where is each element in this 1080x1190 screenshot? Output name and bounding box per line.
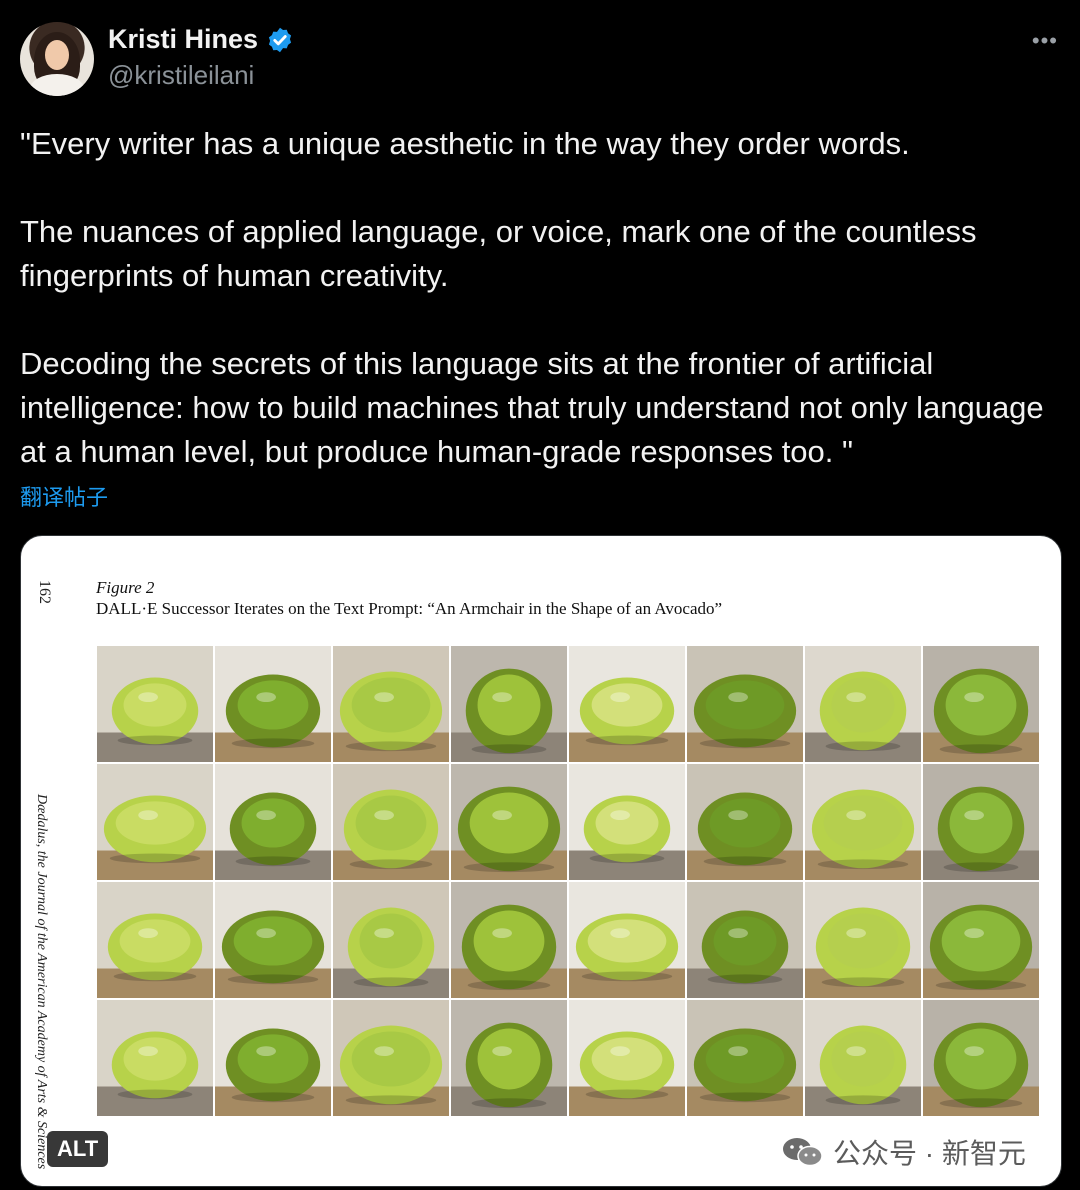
- avocado-chair-thumbnail: [96, 763, 214, 881]
- avocado-chair-thumbnail: [568, 645, 686, 763]
- avocado-chair-thumbnail: [214, 881, 332, 999]
- avocado-chair-illustration: [215, 1000, 331, 1116]
- journal-side-caption: Dædalus, the Journal of the American Aca…: [34, 794, 49, 1170]
- watermark-text: 公众号 · 新智元: [833, 1138, 1026, 1169]
- avocado-chair-thumbnail: [804, 999, 922, 1117]
- avatar[interactable]: [20, 22, 94, 96]
- tweet-paragraph: "Every writer has a unique aesthetic in …: [20, 126, 910, 161]
- avocado-chair-illustration: [451, 1000, 567, 1116]
- verified-badge-icon: [268, 27, 292, 52]
- avocado-chair-thumbnail: [568, 763, 686, 881]
- avocado-chair-illustration: [215, 646, 331, 762]
- avocado-chair-illustration: [687, 764, 803, 880]
- avocado-chair-thumbnail: [450, 763, 568, 881]
- tweet-media-image[interactable]: 162 Dædalus, the Journal of the American…: [20, 535, 1062, 1187]
- avocado-chair-thumbnail: [804, 645, 922, 763]
- avocado-chair-illustration: [923, 646, 1039, 762]
- avocado-chair-thumbnail: [568, 999, 686, 1117]
- avocado-chair-illustration: [215, 882, 331, 998]
- avocado-chair-illustration: [97, 882, 213, 998]
- alt-text-button[interactable]: ALT: [47, 1131, 109, 1167]
- translate-post-link[interactable]: 翻译帖子: [20, 480, 108, 512]
- avatar-face: [45, 40, 69, 70]
- avocado-chair-illustration: [687, 646, 803, 762]
- avocado-chair-illustration: [97, 1000, 213, 1116]
- page-number: 162: [36, 580, 53, 604]
- avocado-chair-thumbnail: [686, 999, 804, 1117]
- avocado-chair-illustration: [805, 764, 921, 880]
- author-handle[interactable]: @kristileilani: [108, 60, 254, 91]
- avocado-chair-illustration: [569, 764, 685, 880]
- avocado-chair-thumbnail: [568, 881, 686, 999]
- avocado-chair-thumbnail: [922, 881, 1040, 999]
- tweet-paragraph: Decoding the secrets of this language si…: [20, 346, 1044, 469]
- avocado-chair-thumbnail: [450, 645, 568, 763]
- avocado-chair-thumbnail: [96, 999, 214, 1117]
- avocado-chair-thumbnail: [922, 763, 1040, 881]
- avocado-chair-illustration: [805, 882, 921, 998]
- avocado-chair-thumbnail: [96, 645, 214, 763]
- avocado-chair-thumbnail: [804, 881, 922, 999]
- avocado-chair-thumbnail: [922, 999, 1040, 1117]
- avocado-chair-illustration: [333, 764, 449, 880]
- avocado-chair-illustration: [333, 1000, 449, 1116]
- avocado-chair-illustration: [97, 764, 213, 880]
- figure-title: DALL·E Successor Iterates on the Text Pr…: [96, 599, 723, 618]
- avocado-chair-thumbnail: [214, 645, 332, 763]
- avatar-body: [30, 74, 84, 96]
- more-options-icon[interactable]: •••: [1032, 28, 1058, 54]
- wechat-icon: [783, 1138, 823, 1167]
- avocado-chair-illustration: [333, 882, 449, 998]
- avocado-chair-thumbnail: [686, 881, 804, 999]
- tweet-paragraph: The nuances of applied language, or voic…: [20, 214, 977, 293]
- avocado-chair-illustration: [569, 882, 685, 998]
- avocado-chair-illustration: [569, 1000, 685, 1116]
- avocado-chair-illustration: [687, 882, 803, 998]
- avocado-chair-thumbnail: [450, 881, 568, 999]
- avocado-chair-thumbnail: [332, 645, 450, 763]
- avocado-chair-illustration: [805, 646, 921, 762]
- avocado-chair-thumbnail: [922, 645, 1040, 763]
- author-name[interactable]: Kristi Hines: [108, 24, 258, 55]
- author-row: Kristi Hines: [108, 24, 294, 55]
- avocado-chair-illustration: [805, 1000, 921, 1116]
- avocado-chair-illustration: [923, 1000, 1039, 1116]
- avocado-chair-thumbnail: [332, 763, 450, 881]
- avocado-chair-thumbnail: [686, 763, 804, 881]
- avocado-chair-illustration: [451, 764, 567, 880]
- avocado-chair-illustration: [569, 646, 685, 762]
- avocado-chair-thumbnail: [96, 881, 214, 999]
- watermark: 公众号 · 新智元: [781, 1132, 1026, 1172]
- avocado-chair-thumbnail: [686, 645, 804, 763]
- avocado-chair-illustration: [451, 646, 567, 762]
- avocado-chair-thumbnail: [332, 881, 450, 999]
- avocado-chair-thumbnail: [214, 763, 332, 881]
- avocado-chair-thumbnail: [214, 999, 332, 1117]
- avocado-chair-illustration: [97, 646, 213, 762]
- figure-label: Figure 2: [96, 578, 155, 597]
- tweet-text: "Every writer has a unique aesthetic in …: [20, 122, 1060, 474]
- avocado-chair-thumbnail: [804, 763, 922, 881]
- avocado-chair-illustration: [923, 882, 1039, 998]
- avocado-chair-grid: [96, 645, 1040, 1117]
- avocado-chair-thumbnail: [332, 999, 450, 1117]
- avocado-chair-illustration: [923, 764, 1039, 880]
- avocado-chair-illustration: [333, 646, 449, 762]
- avocado-chair-illustration: [687, 1000, 803, 1116]
- avocado-chair-thumbnail: [450, 999, 568, 1117]
- avocado-chair-illustration: [215, 764, 331, 880]
- avocado-chair-illustration: [451, 882, 567, 998]
